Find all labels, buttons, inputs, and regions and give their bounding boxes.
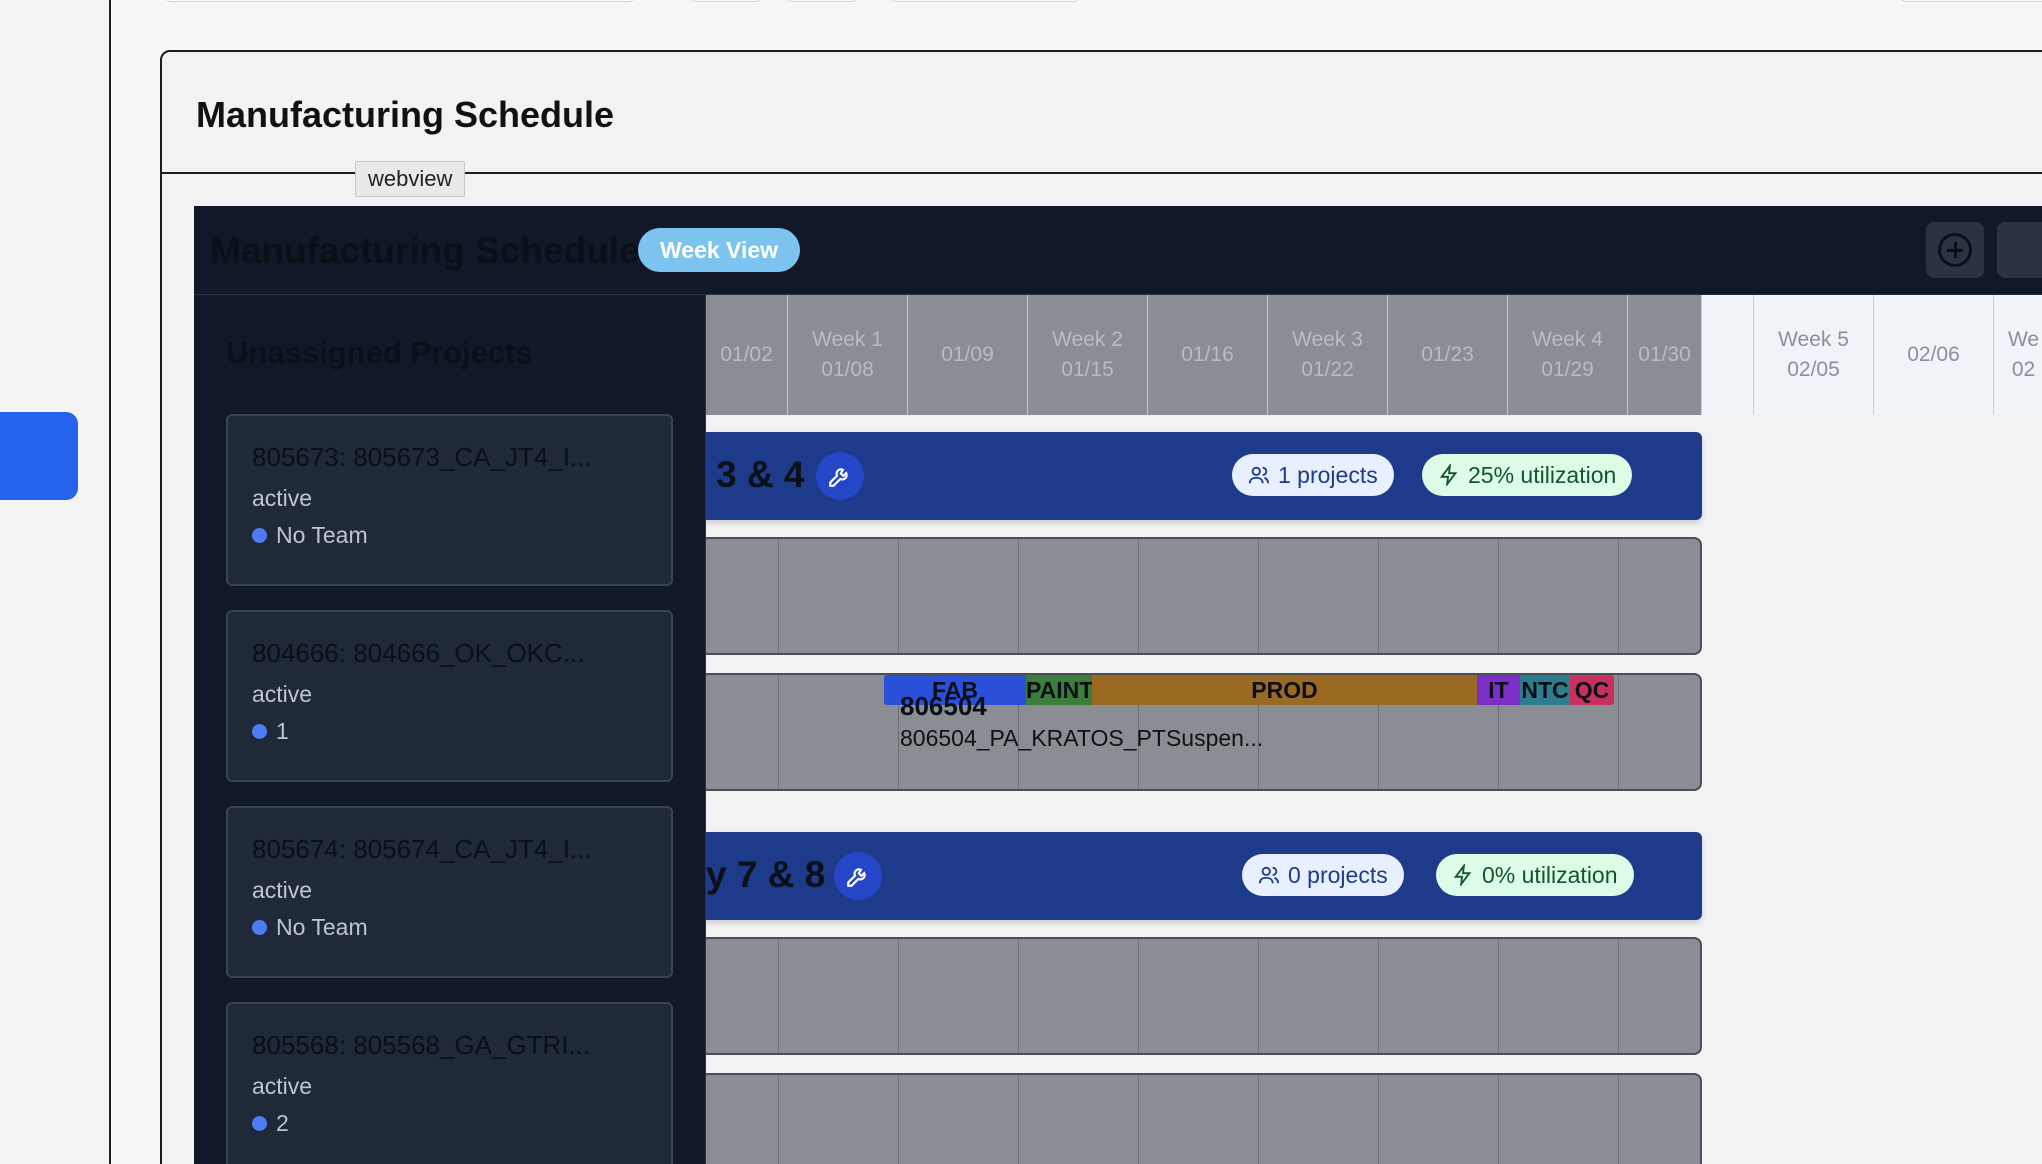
project-name: 805568: 805568_GA_GTRI... bbox=[252, 1030, 591, 1060]
schedule-header: Manufacturing Schedule Week View bbox=[194, 206, 2042, 295]
team-lane[interactable] bbox=[686, 1073, 1702, 1164]
date-column-header: 02/06 bbox=[1874, 295, 1994, 415]
project-status: active bbox=[252, 877, 313, 903]
project-team: 2 bbox=[252, 1110, 647, 1137]
team-label: No Team bbox=[276, 522, 368, 548]
toolbar-button[interactable] bbox=[786, 0, 858, 2]
screen: Manufacturing Schedule webview Manufactu… bbox=[0, 0, 2042, 1164]
timeline: 01/02 Week 1 01/08 01/09 Week 2 01/15 01/1… bbox=[686, 295, 2042, 1164]
users-icon bbox=[1248, 466, 1270, 484]
toolbar-button[interactable] bbox=[690, 0, 762, 2]
date-column-header: 01/02 bbox=[706, 295, 788, 415]
toolbar-field[interactable] bbox=[890, 0, 1080, 2]
phase-it[interactable]: IT bbox=[1477, 675, 1520, 705]
date-column-header: 01/16 bbox=[1148, 295, 1268, 415]
team-dot-icon bbox=[252, 1116, 267, 1131]
utilization-chip: 0% utilization bbox=[1436, 854, 1634, 896]
projects-chip: 1 projects bbox=[1232, 454, 1394, 496]
project-name: 804666: 804666_OK_OKC... bbox=[252, 638, 585, 668]
unassigned-project-card[interactable]: 805674: 805674_CA_JT4_I... active No Tea… bbox=[226, 806, 673, 978]
team-lane[interactable]: FAB PAINT PROD IT NTC QC 806504 806504_P… bbox=[686, 673, 1702, 791]
project-name: 805674: 805674_CA_JT4_I... bbox=[252, 834, 592, 864]
week-column-header: We 02 bbox=[1994, 295, 2042, 415]
webview-tag: webview bbox=[355, 161, 466, 197]
team-header: y 7 & 8 0 projects 0% utilization bbox=[686, 832, 1702, 920]
week-column-header: Week 2 01/15 bbox=[1028, 295, 1148, 415]
date-column-header: 01/23 bbox=[1388, 295, 1508, 415]
project-team: No Team bbox=[252, 914, 647, 941]
week-column-header: Week 1 01/08 bbox=[788, 295, 908, 415]
unassigned-title: Unassigned Projects bbox=[226, 335, 533, 370]
unassigned-project-card[interactable]: 805673: 805673_CA_JT4_I... active No Tea… bbox=[226, 414, 673, 586]
projects-chip: 0 projects bbox=[1242, 854, 1404, 896]
project-team: 1 bbox=[252, 718, 647, 745]
phase-qc[interactable]: QC bbox=[1570, 675, 1614, 705]
wrench-icon[interactable] bbox=[816, 452, 864, 500]
date-column-header: 01/09 bbox=[908, 295, 1028, 415]
job-id[interactable]: 806504 bbox=[900, 691, 987, 722]
team-lane[interactable] bbox=[686, 537, 1702, 655]
wrench-icon[interactable] bbox=[834, 852, 882, 900]
lightning-icon bbox=[1439, 464, 1458, 486]
date-column-header bbox=[1702, 295, 1754, 415]
week-column-header: Week 5 02/05 bbox=[1754, 295, 1874, 415]
team-name: 3 & 4 bbox=[716, 454, 805, 495]
team-dot-icon bbox=[252, 920, 267, 935]
header-action-button[interactable] bbox=[1997, 222, 2042, 278]
app-sidebar bbox=[0, 0, 111, 1164]
date-column-header: 01/30 bbox=[1628, 295, 1702, 415]
utilization-chip: 25% utilization bbox=[1422, 454, 1633, 496]
week-column-header: Week 4 01/29 bbox=[1508, 295, 1628, 415]
team-dot-icon bbox=[252, 528, 267, 543]
team-label: 1 bbox=[276, 718, 289, 744]
team-dot-icon bbox=[252, 724, 267, 739]
project-status: active bbox=[252, 485, 313, 511]
add-button[interactable] bbox=[1926, 222, 1984, 278]
schedule-title: Manufacturing Schedule bbox=[210, 230, 640, 271]
lightning-icon bbox=[1453, 864, 1472, 886]
job-phase-bar[interactable]: FAB PAINT PROD IT NTC QC bbox=[884, 675, 1614, 705]
project-status: active bbox=[252, 681, 313, 707]
phase-prod[interactable]: PROD bbox=[1092, 675, 1477, 705]
card-title: Manufacturing Schedule bbox=[196, 94, 615, 135]
sidebar-active-item[interactable] bbox=[0, 412, 78, 500]
toolbar-button[interactable] bbox=[1900, 0, 2042, 2]
toolbar-field[interactable] bbox=[165, 0, 635, 2]
team-lane[interactable] bbox=[686, 937, 1702, 1055]
team-label: 2 bbox=[276, 1110, 289, 1136]
unassigned-panel: Unassigned Projects 805673: 805673_CA_JT… bbox=[194, 295, 706, 1164]
project-name: 805673: 805673_CA_JT4_I... bbox=[252, 442, 592, 472]
week-column-header: Week 3 01/22 bbox=[1268, 295, 1388, 415]
users-icon bbox=[1258, 866, 1280, 884]
team-name: y 7 & 8 bbox=[706, 854, 826, 895]
job-name[interactable]: 806504_PA_KRATOS_PTSuspen... bbox=[900, 725, 1263, 752]
project-status: active bbox=[252, 1073, 313, 1099]
team-header: 3 & 4 1 projects 25% utilization bbox=[686, 432, 1702, 520]
team-label: No Team bbox=[276, 914, 368, 940]
unassigned-project-card[interactable]: 804666: 804666_OK_OKC... active 1 bbox=[226, 610, 673, 782]
phase-ntc[interactable]: NTC bbox=[1520, 675, 1570, 705]
webview-frame: Manufacturing Schedule Week View Unassig… bbox=[194, 206, 2042, 1164]
week-view-toggle[interactable]: Week View bbox=[638, 228, 801, 272]
phase-paint[interactable]: PAINT bbox=[1026, 675, 1092, 705]
plus-circle-icon bbox=[1938, 233, 1972, 267]
project-team: No Team bbox=[252, 522, 647, 549]
card-header: Manufacturing Schedule bbox=[162, 52, 2042, 174]
unassigned-project-card[interactable]: 805568: 805568_GA_GTRI... active 2 bbox=[226, 1002, 673, 1164]
